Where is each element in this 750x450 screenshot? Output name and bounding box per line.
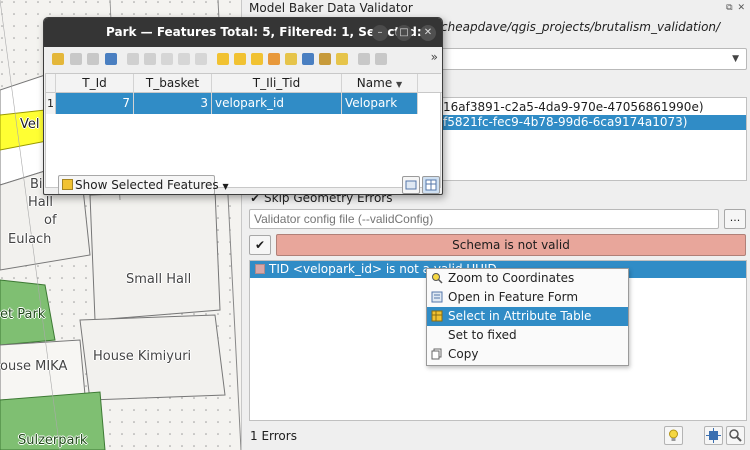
- map-label-house-kimiyuri: House Kimiyuri: [93, 349, 192, 364]
- menu-item-label: Set to fixed: [448, 328, 517, 342]
- form-view-button[interactable]: [402, 176, 420, 194]
- chevron-down-icon: ▼: [222, 182, 229, 191]
- cell-t-ili-tid[interactable]: velopark_id: [212, 93, 342, 114]
- copy-icon[interactable]: [178, 53, 190, 65]
- map-label-of: of: [44, 213, 57, 228]
- column-header-t-basket[interactable]: T_basket: [134, 74, 212, 93]
- map-label-ouse-mika: ouse MIKA: [0, 359, 68, 374]
- attribute-toolbar: »: [44, 47, 442, 71]
- form-view-icon: [405, 180, 417, 190]
- column-header-t-ili-tid[interactable]: T_Ili_Tid: [212, 74, 342, 93]
- browse-button[interactable]: ...: [724, 209, 746, 229]
- config-file-input[interactable]: [249, 209, 719, 229]
- map-label-small-hall: Small Hall: [126, 272, 192, 287]
- menu-item-open-feature-form[interactable]: Open in Feature Form: [427, 288, 628, 307]
- pencil-icon[interactable]: [52, 53, 64, 65]
- panel-title: Model Baker Data Validator: [249, 1, 413, 15]
- select-all-icon[interactable]: [234, 53, 246, 65]
- table-filter-icon: [62, 179, 73, 190]
- new-field-icon[interactable]: [358, 53, 370, 65]
- menu-item-select-in-attribute-table[interactable]: Select in Attribute Table: [427, 307, 628, 326]
- cell-t-id[interactable]: 7: [56, 93, 134, 114]
- zoom-to-selection-icon[interactable]: [336, 53, 348, 65]
- form-icon: [431, 291, 443, 303]
- sort-down-icon: ▼: [396, 80, 403, 89]
- map-label-bi: Bi: [30, 177, 43, 192]
- menu-item-label: Copy: [448, 347, 479, 361]
- error-marker-icon: [255, 264, 265, 274]
- attribute-grid[interactable]: T_Id T_basket T_Ili_Tid Name ▼ 1 7 3 vel…: [45, 73, 442, 188]
- map-label-sulzerpark: Sulzerpark: [18, 433, 88, 448]
- zoom-to-feature-button[interactable]: [726, 426, 745, 445]
- grid-header: T_Id T_basket T_Ili_Tid Name ▼: [46, 74, 442, 93]
- table-icon: [431, 310, 443, 322]
- status-badge: Schema is not valid: [276, 234, 746, 256]
- select-expression-icon[interactable]: [217, 53, 229, 65]
- table-row[interactable]: 1 7 3 velopark_id Velopark: [46, 93, 442, 114]
- close-button[interactable]: ✕: [420, 25, 436, 41]
- menu-item-set-to-fixed[interactable]: Set to fixed: [427, 326, 628, 345]
- map-label-eulach: Eulach: [8, 232, 52, 247]
- project-path: /cheapdave/qgis_projects/brutalism_valid…: [437, 20, 721, 34]
- attribute-table-window: Park — Features Total: 5, Filtered: 1, S…: [43, 17, 443, 195]
- lightbulb-icon: [669, 429, 678, 441]
- multi-edit-icon[interactable]: [70, 53, 82, 65]
- maximize-button[interactable]: □: [396, 25, 412, 41]
- menu-item-label: Select in Attribute Table: [448, 309, 592, 323]
- more-tools-icon[interactable]: »: [431, 50, 438, 64]
- filter-label: Show Selected Features: [75, 178, 219, 192]
- menu-item-zoom-to-coordinates[interactable]: Zoom to Coordinates: [427, 269, 628, 288]
- deselect-icon[interactable]: [268, 53, 280, 65]
- zoom-icon: [432, 273, 443, 284]
- minimize-button[interactable]: –: [372, 25, 388, 41]
- cell-name[interactable]: Velopark: [342, 93, 418, 114]
- magnifier-icon: [729, 429, 742, 442]
- dock-buttons[interactable]: ⧉ ✕: [726, 3, 746, 13]
- map-label-hall: Hall: [28, 195, 53, 210]
- menu-item-label: Zoom to Coordinates: [448, 271, 575, 285]
- errors-count: 1 Errors: [250, 429, 297, 443]
- invert-selection-icon[interactable]: [251, 53, 263, 65]
- table-view-icon: [425, 179, 437, 191]
- zoom-extent-icon: [706, 428, 721, 443]
- map-label-vel: Vel: [20, 117, 40, 132]
- reload-icon[interactable]: [105, 53, 117, 65]
- validate-button[interactable]: ✔: [249, 235, 271, 255]
- delete-field-icon[interactable]: [375, 53, 387, 65]
- menu-item-label: Open in Feature Form: [448, 290, 579, 304]
- delete-feature-icon[interactable]: [144, 53, 156, 65]
- add-feature-icon[interactable]: [127, 53, 139, 65]
- chevron-down-icon: ▼: [732, 54, 739, 64]
- pan-to-selection-icon[interactable]: [319, 53, 331, 65]
- paste-icon[interactable]: [195, 53, 207, 65]
- map-label-et-park: et Park: [0, 307, 46, 322]
- feature-filter-button[interactable]: Show Selected Features ▼: [58, 175, 229, 194]
- copy-icon: [431, 348, 442, 360]
- filter-icon[interactable]: [285, 53, 297, 65]
- lightbulb-button[interactable]: [664, 426, 683, 445]
- column-header-name[interactable]: Name ▼: [342, 74, 418, 93]
- cut-icon[interactable]: [161, 53, 173, 65]
- save-icon[interactable]: [87, 53, 99, 65]
- column-header-t-id[interactable]: T_Id: [56, 74, 134, 93]
- zoom-to-extent-button[interactable]: [704, 426, 723, 445]
- table-view-button[interactable]: [422, 176, 440, 194]
- row-number[interactable]: 1: [46, 93, 56, 114]
- move-selection-top-icon[interactable]: [302, 53, 314, 65]
- context-menu: Zoom to Coordinates Open in Feature Form…: [426, 268, 629, 366]
- corner-cell: [46, 74, 56, 93]
- cell-t-basket[interactable]: 3: [134, 93, 212, 114]
- menu-item-copy[interactable]: Copy: [427, 345, 628, 364]
